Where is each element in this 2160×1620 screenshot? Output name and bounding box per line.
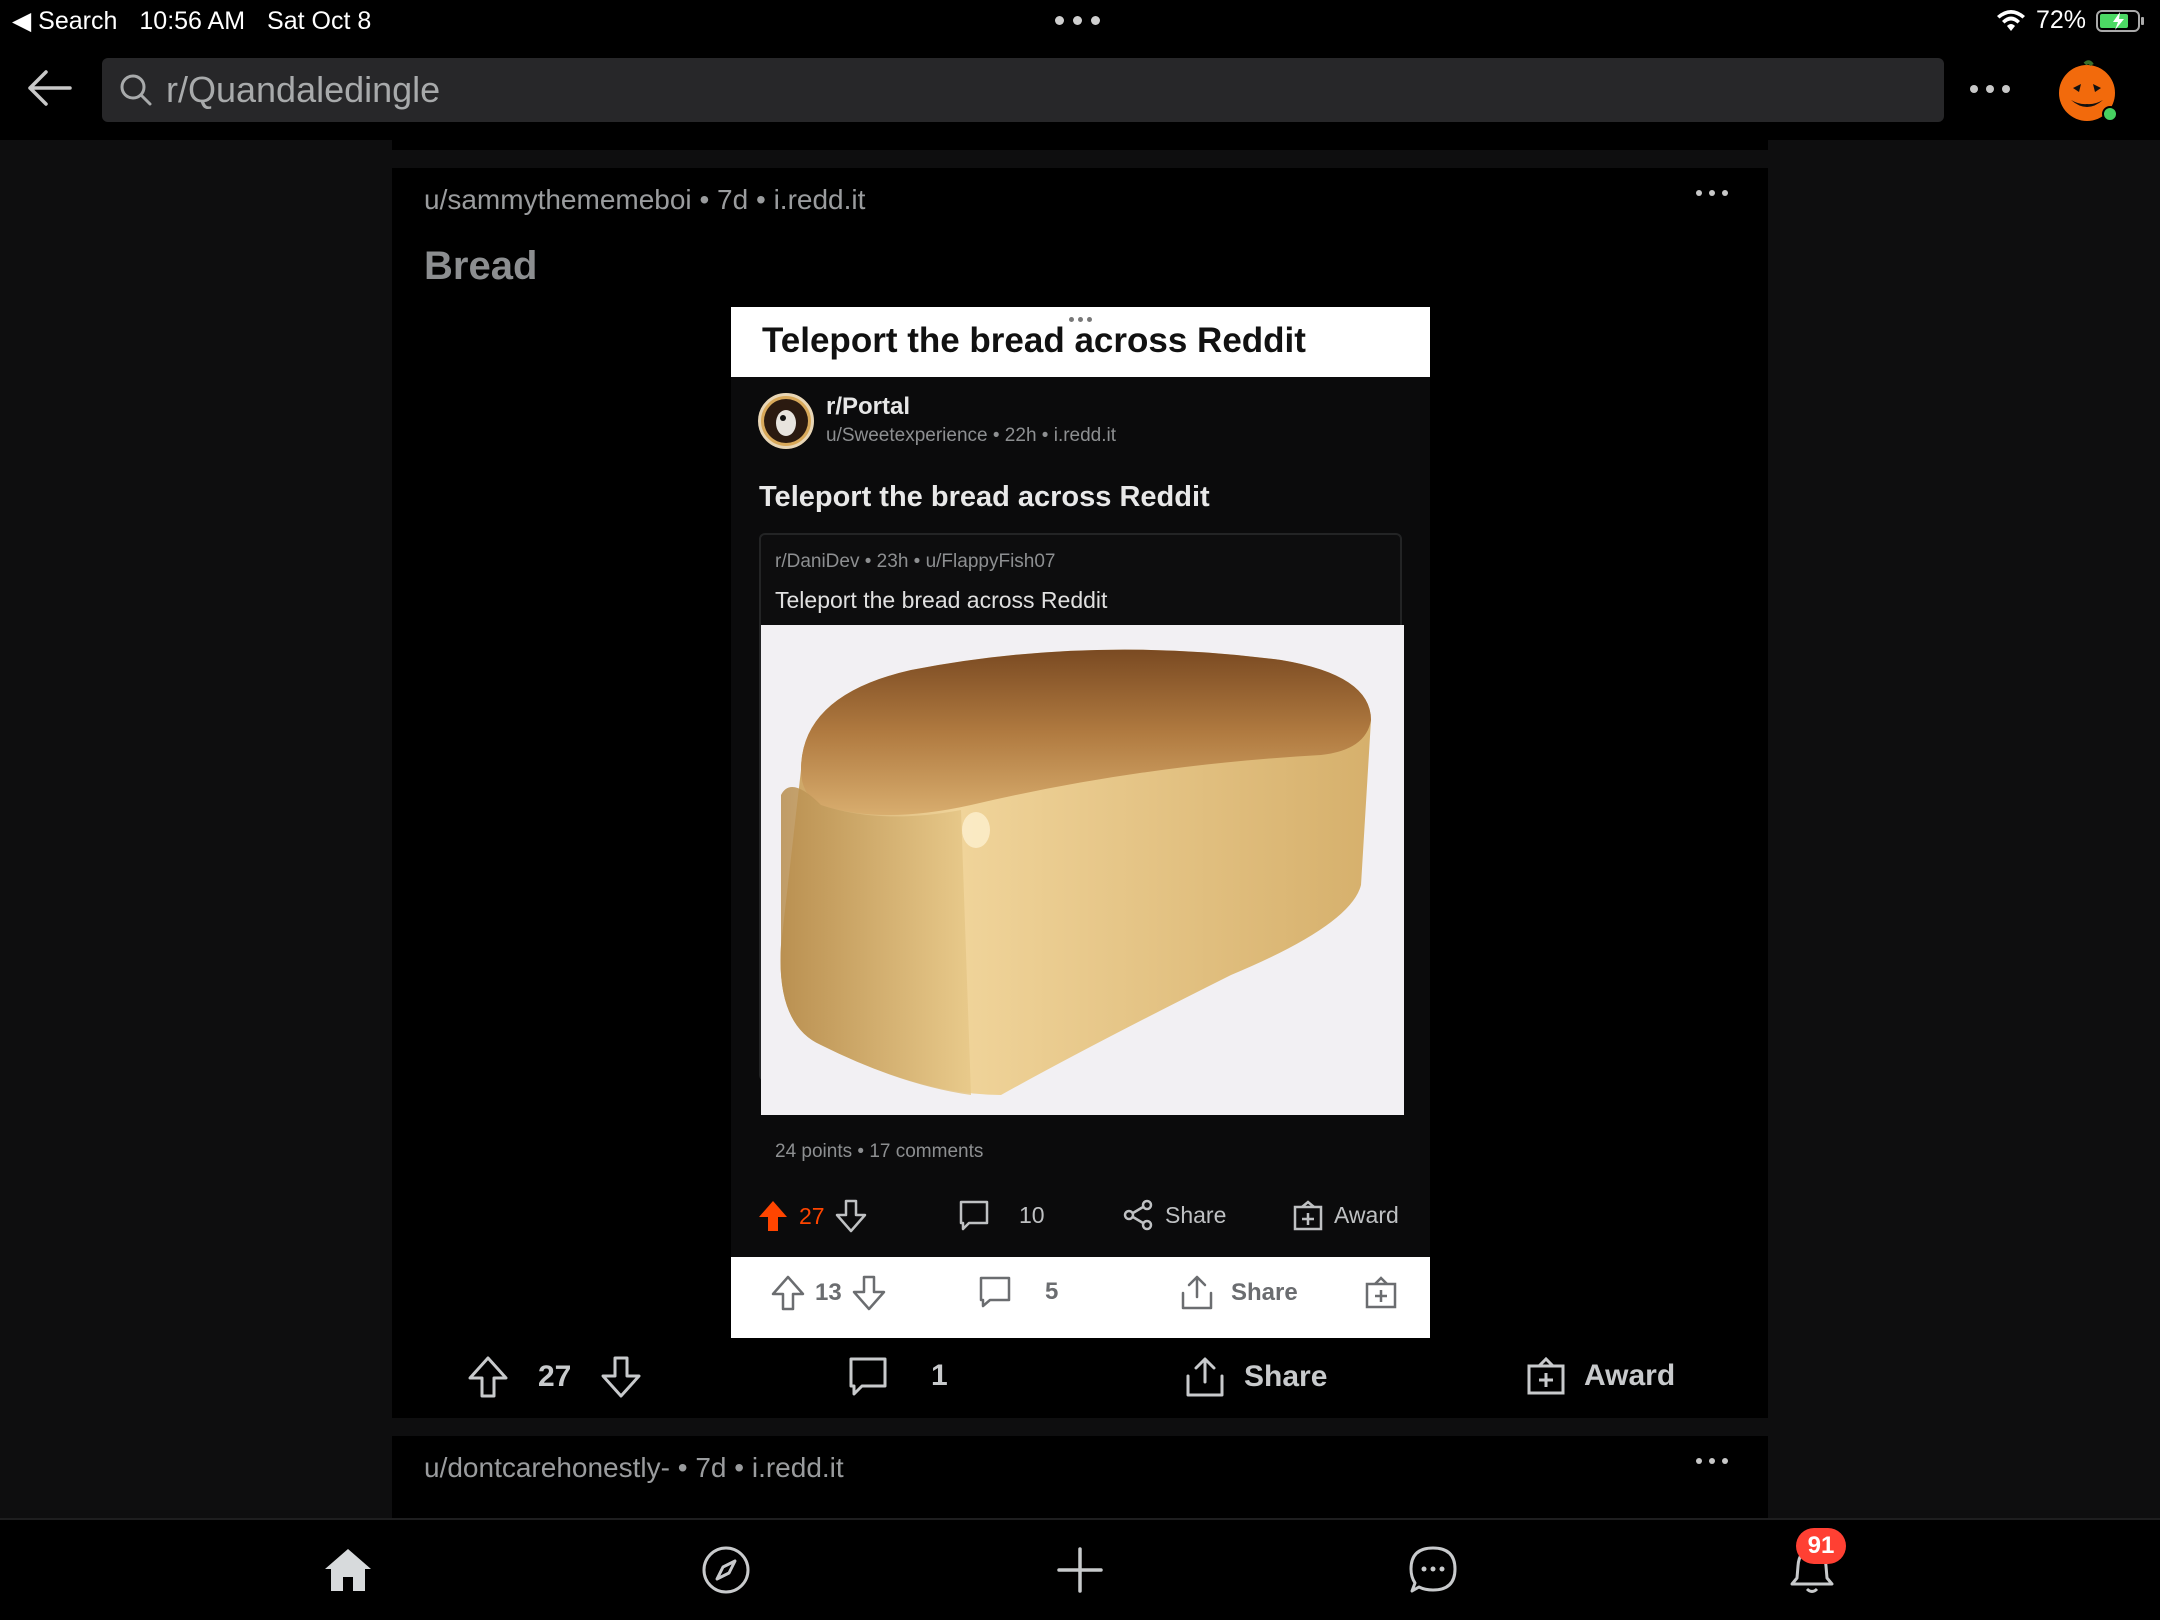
notification-badge: 91 <box>1796 1528 1846 1564</box>
home-icon[interactable] <box>318 1540 378 1600</box>
next-post-author[interactable]: u/dontcarehonestly- <box>424 1452 670 1483</box>
share-upload-icon <box>1186 1357 1224 1397</box>
image-bottom-vote-count: 13 <box>815 1279 842 1306</box>
multitasking-dots-icon[interactable] <box>1055 16 1100 25</box>
image-comments: 10 <box>957 1199 1045 1231</box>
status-time: 10:56 AM <box>139 6 246 35</box>
search-icon <box>116 70 156 110</box>
status-bar: ◀ Search 10:56 AM Sat Oct 8 72% <box>0 0 2160 40</box>
image-post-title: Teleport the bread across Reddit <box>759 481 1210 513</box>
image-award-label: Award <box>1334 1201 1399 1228</box>
upvote-icon <box>771 1275 805 1311</box>
image-comment-count: 10 <box>1019 1201 1045 1228</box>
comment-icon <box>959 1200 989 1231</box>
crosspost-meta: r/DaniDev • 23h • u/FlappyFish07 <box>775 551 1056 572</box>
comment-icon <box>979 1276 1011 1308</box>
image-bottom-share-label: Share <box>1231 1279 1298 1306</box>
back-to-search-link[interactable]: ◀ Search <box>12 6 117 36</box>
compass-icon[interactable] <box>696 1540 756 1600</box>
user-avatar[interactable] <box>2054 58 2120 124</box>
next-post-age: 7d <box>695 1452 727 1483</box>
chat-icon[interactable] <box>1403 1540 1463 1600</box>
post-meta: u/sammythememeboi • 7d • i.redd.it <box>424 184 866 215</box>
upvote-icon[interactable] <box>468 1356 508 1398</box>
image-bottom-comments: 5 <box>977 1275 1058 1309</box>
post-award-button[interactable]: Award <box>1526 1356 1675 1396</box>
downvote-icon[interactable] <box>601 1356 641 1398</box>
search-input[interactable] <box>166 69 1866 111</box>
image-bottom-award <box>1364 1275 1398 1309</box>
upvote-filled-icon <box>759 1201 787 1231</box>
status-date: Sat Oct 8 <box>267 6 372 35</box>
award-gift-icon <box>1365 1276 1397 1309</box>
award-gift-icon <box>1527 1356 1565 1395</box>
next-post-domain[interactable]: i.redd.it <box>752 1452 844 1483</box>
back-arrow-icon[interactable] <box>20 60 76 116</box>
comment-icon <box>849 1357 887 1396</box>
bread-image <box>761 625 1404 1115</box>
top-navigation <box>0 40 2160 140</box>
image-submeta: u/Sweetexperience • 22h • i.redd.it <box>826 425 1117 446</box>
post-comment-count: 1 <box>931 1359 948 1392</box>
next-post-menu-icon[interactable] <box>1696 1458 1728 1464</box>
portal-subreddit-icon <box>758 393 814 449</box>
image-vote-count: 27 <box>799 1202 825 1229</box>
battery-percent: 72% <box>2035 6 2086 34</box>
next-post-meta: u/dontcarehonestly- • 7d • i.redd.it <box>424 1452 844 1483</box>
downvote-icon <box>852 1275 885 1311</box>
image-share: Share <box>1123 1199 1226 1231</box>
image-action-bar: 27 10 Share Award <box>731 1187 1430 1247</box>
image-header-title: Teleport the bread across Reddit <box>762 321 1306 360</box>
image-bottom-comment-count: 5 <box>1045 1278 1059 1305</box>
post-vote-group: 27 <box>468 1356 641 1398</box>
share-nodes-icon <box>1123 1199 1153 1231</box>
award-gift-icon <box>1293 1200 1323 1231</box>
post-action-bar: 27 1 Share Award <box>392 1344 1768 1418</box>
post-award-label: Award <box>1584 1359 1676 1392</box>
more-options-icon[interactable] <box>1970 74 2014 104</box>
image-dots-icon <box>1069 317 1092 322</box>
post-menu-icon[interactable] <box>1696 190 1728 196</box>
post-author[interactable]: u/sammythememeboi <box>424 184 692 215</box>
create-post-plus-icon[interactable] <box>1050 1540 1110 1600</box>
image-award: Award <box>1292 1199 1399 1231</box>
image-bottom-share: Share <box>1179 1275 1298 1311</box>
post-age: 7d <box>717 184 749 215</box>
previous-post-edge <box>392 140 1768 150</box>
share-upload-icon <box>1181 1275 1213 1310</box>
post-image[interactable]: Teleport the bread across Reddit r/Porta… <box>731 307 1430 1338</box>
post-share-label: Share <box>1244 1360 1328 1393</box>
crosspost-card: r/DaniDev • 23h • u/FlappyFish07 Telepor… <box>759 533 1404 1162</box>
image-share-label: Share <box>1165 1201 1227 1228</box>
post-share-button[interactable]: Share <box>1184 1356 1327 1398</box>
battery-charging-icon <box>2096 9 2144 32</box>
post-domain[interactable]: i.redd.it <box>774 184 866 215</box>
post-comments-button[interactable]: 1 <box>847 1356 948 1396</box>
post-title[interactable]: Bread <box>424 244 537 289</box>
image-subreddit: r/Portal <box>826 393 911 420</box>
next-post-card[interactable]: u/dontcarehonestly- • 7d • i.redd.it <box>392 1436 1768 1518</box>
image-vote-group: 27 <box>757 1199 867 1233</box>
downvote-icon <box>835 1199 866 1233</box>
post-vote-count: 27 <box>538 1360 572 1393</box>
crosspost-title: Teleport the bread across Reddit <box>775 587 1108 613</box>
wifi-icon <box>1996 9 2025 31</box>
image-header: Teleport the bread across Reddit <box>731 307 1430 377</box>
crosspost-stats: 24 points • 17 comments <box>775 1141 984 1162</box>
search-bar[interactable] <box>102 58 1944 122</box>
image-bottom-bar: 13 5 Share <box>731 1257 1430 1338</box>
image-bottom-votes: 13 <box>771 1275 886 1311</box>
